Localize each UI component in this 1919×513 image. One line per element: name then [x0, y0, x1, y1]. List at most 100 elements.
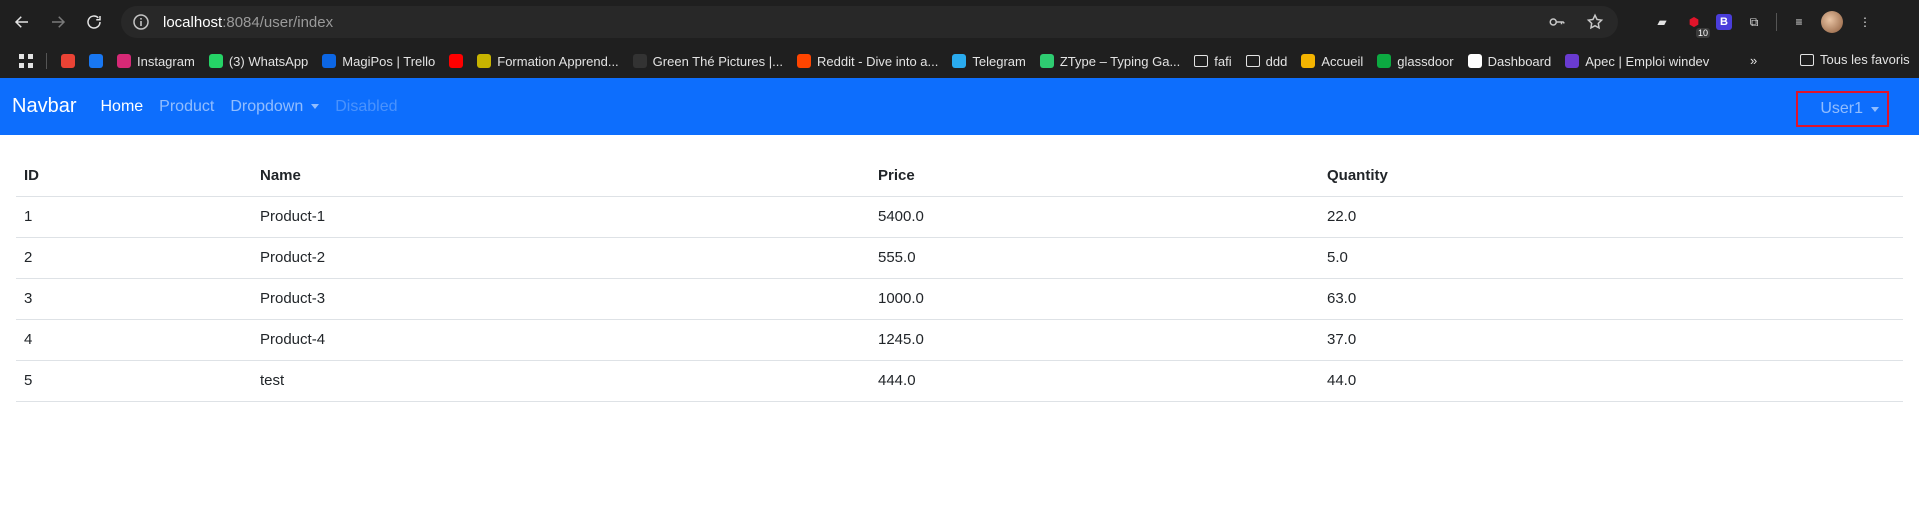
user-dropdown-label: User1 — [1820, 100, 1863, 117]
bookmark-favicon-icon — [952, 54, 967, 68]
bookmark-item[interactable] — [89, 54, 103, 68]
forward-button[interactable] — [40, 4, 76, 40]
bookmark-label: Formation Appre­nd... — [497, 53, 619, 69]
table-row: 1 Product-1 5400.0 22.0 — [16, 196, 1903, 238]
table-cell: 5.0 — [1319, 237, 1903, 279]
nav-link-disabled: Disabled — [335, 97, 398, 115]
browser-toolbar: localhost:8084/user/index ▰ ⬢ 10 B ⧉ ≡ ⋮ — [0, 0, 1919, 44]
bookmark-item[interactable]: Telegram — [952, 53, 1026, 69]
column-header-name: Name — [252, 155, 870, 197]
extension-hat-icon[interactable]: ▰ — [1652, 12, 1672, 32]
bookmark-label: Green Thé Pictures |... — [652, 53, 783, 69]
folder-icon — [1800, 53, 1814, 66]
bookmark-item[interactable]: Instagram — [117, 54, 195, 69]
reload-button[interactable] — [76, 4, 112, 40]
bookmark-favicon-icon — [1039, 54, 1054, 68]
nav-link-home[interactable]: Home — [100, 98, 143, 116]
table-row: 2 Product-2 555.0 5.0 — [16, 237, 1903, 279]
folder-icon — [1194, 55, 1209, 67]
table-cell: 5 — [16, 360, 252, 402]
apps-grid-icon[interactable] — [18, 53, 34, 69]
bookmarks-divider — [46, 53, 47, 69]
bookmark-label: glassdoor — [1397, 53, 1454, 69]
bookmark-label: Telegram — [972, 53, 1026, 69]
profile-avatar[interactable] — [1821, 11, 1843, 33]
nav-link-product[interactable]: Product — [159, 98, 214, 116]
extension-b-icon[interactable]: B — [1716, 14, 1732, 30]
table-cell: 37.0 — [1319, 319, 1903, 361]
bookmark-item[interactable]: MagiPos | Trello — [322, 54, 435, 69]
caret-down-icon — [1871, 106, 1879, 112]
all-bookmarks-label: Tous les favoris — [1820, 52, 1910, 67]
products-table: ID Name Price Quantity 1 Product-1 5400.0 2… — [16, 155, 1903, 402]
bookmark-item[interactable]: Formation Appre­nd... — [477, 53, 619, 69]
table-cell: 1245.0 — [870, 319, 1319, 361]
bookmarks-overflow-chevron-icon[interactable]: » — [1750, 53, 1757, 68]
bookmark-favicon-icon — [1301, 54, 1316, 68]
menu-kebab-icon[interactable]: ⋮ — [1855, 12, 1875, 32]
bookmark-favicon-icon — [1467, 54, 1482, 68]
bookmark-favicon-icon — [117, 54, 131, 68]
navbar-brand[interactable]: Navbar — [12, 95, 76, 118]
key-icon[interactable] — [1548, 13, 1566, 31]
table-row: 3 Product-3 1000.0 63.0 — [16, 278, 1903, 320]
user-dropdown[interactable]: User1 — [1796, 91, 1889, 127]
bookmark-item[interactable] — [449, 54, 464, 68]
nav-dropdown[interactable]: Dropdown — [230, 97, 320, 116]
table-header-row: ID Name Price Quantity — [16, 155, 1903, 197]
extension-adblock-icon[interactable]: ⬢ 10 — [1684, 12, 1710, 38]
bookmark-favicon-icon — [89, 54, 103, 68]
bookmark-item[interactable]: fafi — [1194, 53, 1232, 69]
bookmark-label: Dashboard — [1487, 53, 1552, 69]
table-cell: 2 — [16, 237, 252, 279]
bookmark-favicon-icon — [449, 54, 464, 68]
arrow-left-icon — [14, 16, 28, 28]
bookmark-favicon-icon — [477, 54, 492, 68]
bookmark-label: fafi — [1214, 53, 1232, 69]
bookmark-label: (3) WhatsApp — [228, 53, 309, 69]
nav-dropdown-label: Dropdown — [230, 97, 304, 115]
bookmark-item[interactable] — [61, 54, 75, 68]
extensions-puzzle-icon[interactable]: ⧉ — [1744, 12, 1764, 32]
table-cell: 3 — [16, 278, 252, 320]
table-cell: Product-2 — [252, 237, 870, 279]
extension-badge: 10 — [1695, 28, 1710, 38]
url-text: localhost:8084/user/index — [163, 14, 333, 31]
bookmark-label: MagiPos | Trello — [342, 53, 436, 69]
bookmark-item[interactable]: (3) WhatsApp — [208, 53, 309, 69]
bookmark-item[interactable]: Accueil — [1301, 54, 1363, 69]
table-cell: Product-4 — [252, 319, 870, 361]
url-host: localhost — [163, 13, 223, 31]
bookmark-item[interactable]: ddd — [1245, 54, 1287, 69]
arrow-right-icon — [52, 16, 66, 28]
bookmark-item[interactable]: Apec | Emploi windev — [1565, 54, 1709, 69]
caret-down-icon — [311, 103, 320, 109]
table-cell: 444.0 — [870, 360, 1319, 402]
bookmark-label: Accueil — [1321, 53, 1364, 69]
address-bar[interactable]: localhost:8084/user/index — [121, 6, 1618, 38]
back-button[interactable] — [4, 4, 40, 40]
bookmark-favicon-icon — [796, 54, 811, 68]
bookmark-favicon-icon — [632, 54, 647, 68]
folder-icon — [1245, 55, 1260, 67]
table-cell: 1000.0 — [870, 278, 1319, 320]
bookmarks-list: Instagram (3) WhatsApp MagiPos | Trello For… — [61, 54, 1723, 69]
table-cell: 44.0 — [1319, 360, 1903, 402]
table-cell: test — [252, 360, 870, 402]
column-header-quantity: Quantity — [1319, 155, 1903, 197]
column-header-id: ID — [16, 155, 252, 197]
bookmark-item[interactable]: Green Thé Pictures |... — [632, 53, 783, 69]
bookmark-item[interactable]: Dashboard — [1467, 53, 1552, 69]
table-row: 5 test 444.0 44.0 — [16, 360, 1903, 402]
table-cell: 1 — [16, 196, 252, 238]
media-queue-icon[interactable]: ≡ — [1789, 12, 1809, 32]
table-cell: 22.0 — [1319, 196, 1903, 238]
site-info-icon[interactable] — [133, 14, 149, 30]
bookmark-item[interactable]: ZType – Typing Ga... — [1039, 54, 1180, 69]
all-bookmarks-button[interactable]: Tous les favoris — [1800, 52, 1910, 67]
bookmark-item[interactable]: Reddit - Dive into a... — [796, 54, 938, 69]
bookmark-label: Instagram — [137, 53, 195, 69]
bookmark-favicon-icon — [322, 54, 337, 68]
star-icon[interactable] — [1586, 13, 1604, 31]
bookmark-item[interactable]: glassdoor — [1377, 53, 1454, 69]
